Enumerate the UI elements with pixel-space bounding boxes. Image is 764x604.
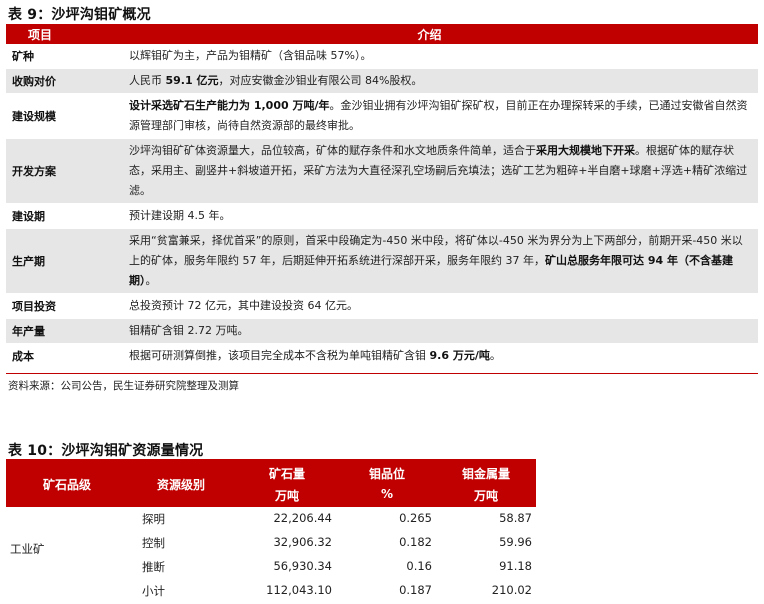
table9-header-item: 项目 [28, 27, 53, 42]
header-ore-volume-unit: 万吨 [274, 489, 299, 503]
plain-text: 钼精矿含钼 2.72 万吨。 [129, 324, 249, 337]
emphasis-text: 设计采选矿石生产能力为 1,000 万吨/年 [129, 99, 330, 112]
resource-level-cell: 控制 [142, 536, 165, 550]
row-description: 以辉钼矿为主，产品为钼精矿（含钼品味 57%）。 [121, 44, 758, 68]
plain-text: 沙坪沟钼矿矿体资源量大，品位较高，矿体的赋存条件和水文地质条件简单，适合于 [129, 144, 536, 157]
row-label: 项目投资 [12, 300, 56, 313]
row-description: 根据可研测算倒推，该项目完全成本不含税为单吨钼精矿含钼 9.6 万元/吨。 [121, 344, 758, 368]
table9-caption: 表 9：沙坪沟钼矿概况 [8, 7, 151, 23]
row-label: 建设期 [12, 210, 45, 223]
plain-text: ，对应安徽金沙钼业有限公司 84%股权。 [218, 74, 423, 87]
plain-text: 预计建设期 4.5 年。 [129, 209, 231, 222]
source-divider [6, 373, 758, 374]
source-note: 资料来源：公司公告，民生证券研究院整理及测算 [8, 380, 239, 392]
table9-row: 开发方案 沙坪沟钼矿矿体资源量大，品位较高，矿体的赋存条件和水文地质条件简单，适合… [6, 139, 758, 204]
row-description: 沙坪沟钼矿矿体资源量大，品位较高，矿体的赋存条件和水文地质条件简单，适合于采用大… [121, 139, 758, 203]
header-resource-level: 资源级别 [156, 478, 205, 492]
header-mo-metal: 钼金属量 [461, 467, 510, 481]
table9-row: 成本 根据可研测算倒推，该项目完全成本不含税为单吨钼精矿含钼 9.6 万元/吨。 [6, 344, 758, 369]
mo-metal-cell: 91.18 [499, 559, 532, 573]
resource-level-cell: 推断 [142, 560, 165, 574]
mo-grade-cell: 0.16 [406, 559, 432, 573]
table10-row: 小计 112,043.10 0.187 210.02 [6, 579, 536, 603]
row-description: 采用“贫富兼采，择优首采”的原则，首采中段确定为-450 米中段，将矿体以-45… [121, 229, 758, 293]
header-ore-grade: 矿石品级 [42, 478, 91, 492]
row-label: 成本 [12, 350, 34, 363]
plain-text: 总投资预计 72 亿元，其中建设投资 64 亿元。 [129, 299, 358, 312]
table10-row: 推断 56,930.34 0.16 91.18 [6, 555, 536, 579]
table10: 矿石品级 资源级别 矿石量 万吨 钼品位 % 钼金属量 万吨 工业矿 探明 22,… [6, 459, 536, 603]
header-ore-volume: 矿石量 [268, 467, 305, 481]
row-label: 矿种 [12, 50, 34, 63]
table10-caption: 表 10：沙坪沟钼矿资源量情况 [8, 443, 204, 459]
ore-volume-cell: 56,930.34 [273, 559, 332, 573]
resource-level-cell: 小计 [142, 584, 165, 598]
plain-text: 人民币 [129, 74, 166, 87]
plain-text: 根据可研测算倒推，该项目完全成本不含税为单吨钼精矿含钼 [129, 349, 430, 362]
table9-row: 项目投资 总投资预计 72 亿元，其中建设投资 64 亿元。 [6, 294, 758, 319]
mo-grade-cell: 0.182 [399, 535, 432, 549]
table9-row: 收购对价 人民币 59.1 亿元，对应安徽金沙钼业有限公司 84%股权。 [6, 69, 758, 94]
table10-body: 工业矿 探明 22,206.44 0.265 58.87 控制 32,906.32 0.18… [6, 507, 536, 603]
row-label: 年产量 [12, 325, 45, 338]
mo-grade-cell: 0.187 [399, 583, 432, 597]
mo-metal-cell: 210.02 [491, 583, 532, 597]
row-description: 设计采选矿石生产能力为 1,000 万吨/年。金沙钼业拥有沙坪沟钼矿探矿权，目前… [121, 94, 758, 138]
table9-row: 矿种 以辉钼矿为主，产品为钼精矿（含钼品味 57%）。 [6, 44, 758, 69]
row-description: 预计建设期 4.5 年。 [121, 204, 758, 228]
table10-header: 矿石品级 资源级别 矿石量 万吨 钼品位 % 钼金属量 万吨 [6, 459, 536, 507]
row-description: 钼精矿含钼 2.72 万吨。 [121, 319, 758, 343]
ore-volume-cell: 22,206.44 [273, 511, 332, 525]
emphasis-text: 59.1 亿元 [165, 74, 219, 87]
resource-level-cell: 探明 [142, 512, 165, 526]
row-description: 人民币 59.1 亿元，对应安徽金沙钼业有限公司 84%股权。 [121, 69, 758, 93]
table9-body: 矿种 以辉钼矿为主，产品为钼精矿（含钼品味 57%）。收购对价 人民币 59.1 亿… [6, 44, 758, 369]
row-label: 开发方案 [12, 165, 56, 178]
row-label: 收购对价 [12, 75, 56, 88]
row-label: 生产期 [12, 255, 45, 268]
table9: 项目 介绍 矿种 以辉钼矿为主，产品为钼精矿（含钼品味 57%）。收购对价 人民币 … [6, 24, 758, 369]
ore-volume-cell: 32,906.32 [273, 535, 332, 549]
table9-row: 生产期 采用“贫富兼采，择优首采”的原则，首采中段确定为-450 米中段，将矿体以… [6, 229, 758, 294]
header-mo-grade-unit: % [380, 487, 394, 501]
row-description: 总投资预计 72 亿元，其中建设投资 64 亿元。 [121, 294, 758, 318]
row-label: 建设规模 [12, 110, 56, 123]
plain-text: 以辉钼矿为主，产品为钼精矿（含钼品味 57%）。 [129, 49, 372, 62]
table9-row: 建设期 预计建设期 4.5 年。 [6, 204, 758, 229]
mo-grade-cell: 0.265 [399, 511, 432, 525]
table9-row: 年产量 钼精矿含钼 2.72 万吨。 [6, 319, 758, 344]
table10-row: 控制 32,906.32 0.182 59.96 [6, 531, 536, 555]
header-mo-metal-unit: 万吨 [473, 489, 498, 503]
header-mo-grade: 钼品位 [368, 467, 405, 481]
mo-metal-cell: 58.87 [499, 511, 532, 525]
table9-header: 项目 介绍 [6, 24, 758, 44]
ore-volume-cell: 112,043.10 [266, 583, 332, 597]
table9-row: 建设规模 设计采选矿石生产能力为 1,000 万吨/年。金沙钼业拥有沙坪沟钼矿探矿… [6, 94, 758, 139]
emphasis-text: 采用大规模地下开采 [536, 144, 635, 157]
plain-text: 。 [489, 349, 501, 362]
table9-header-intro: 介绍 [417, 27, 442, 42]
mo-metal-cell: 59.96 [499, 535, 532, 549]
table10-row: 探明 22,206.44 0.265 58.87 [6, 507, 536, 531]
emphasis-text: 9.6 万元/吨 [429, 349, 490, 362]
plain-text: 。 [145, 274, 157, 287]
